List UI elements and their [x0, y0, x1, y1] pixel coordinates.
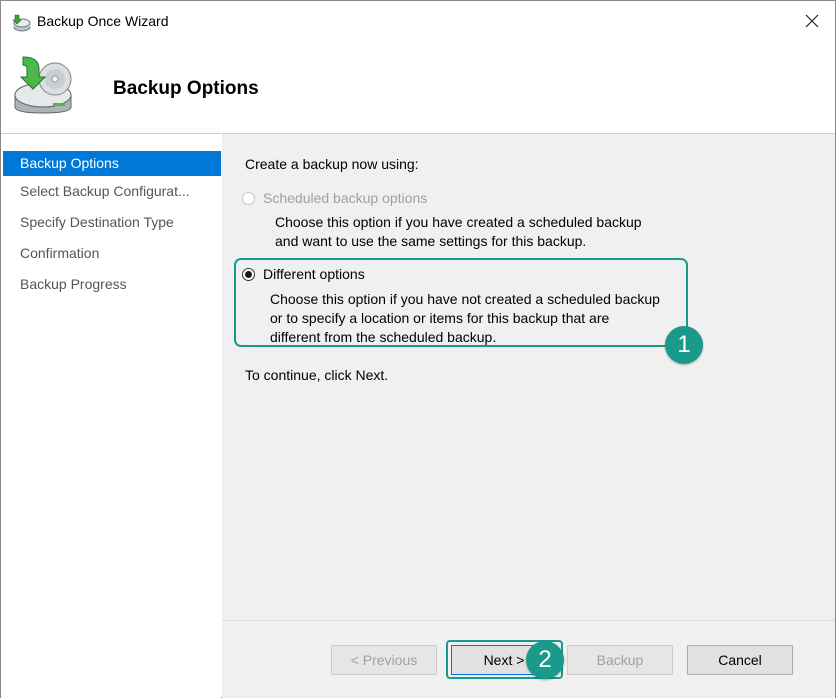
wizard-steps-sidebar: Backup Options Select Backup Configurat.… — [1, 133, 221, 698]
backup-disk-icon — [9, 51, 77, 117]
wizard-content: Create a backup now using: Scheduled bac… — [222, 133, 835, 698]
continue-instruction: To continue, click Next. — [245, 367, 389, 383]
scheduled-desc-line-1: Choose this option if you have created a… — [275, 214, 642, 230]
backup-button[interactable]: Backup — [567, 645, 673, 675]
annotation-badge-2: 2 — [526, 641, 564, 679]
scheduled-backup-option[interactable]: Scheduled backup options — [242, 190, 427, 206]
scheduled-backup-radio[interactable] — [242, 191, 255, 205]
scheduled-desc-line-2: and want to use the same settings for th… — [275, 233, 587, 249]
previous-button[interactable]: < Previous — [331, 645, 437, 675]
annotation-badge-1: 1 — [665, 326, 703, 364]
sidebar-item-select-backup-configuration[interactable]: Select Backup Configurat... — [3, 179, 221, 204]
footer-divider — [222, 620, 835, 621]
scheduled-backup-description: Choose this option if you have created a… — [275, 213, 642, 251]
close-button[interactable] — [789, 1, 835, 43]
page-title: Backup Options — [113, 78, 259, 99]
scheduled-backup-label: Scheduled backup options — [263, 190, 428, 206]
title-bar: Backup Once Wizard — [1, 1, 835, 43]
sidebar-item-specify-destination-type[interactable]: Specify Destination Type — [3, 210, 221, 235]
annotation-highlight-1 — [234, 258, 688, 347]
sidebar-item-backup-options[interactable]: Backup Options — [3, 151, 221, 176]
sidebar-item-confirmation[interactable]: Confirmation — [3, 241, 221, 266]
cancel-button[interactable]: Cancel — [687, 645, 793, 675]
sidebar-item-backup-progress[interactable]: Backup Progress — [3, 272, 221, 297]
close-icon — [805, 14, 819, 31]
wizard-header: Backup Options — [1, 43, 835, 133]
wizard-window: Backup Once Wizard Backup Options Backup… — [0, 0, 836, 698]
backup-wizard-icon — [11, 13, 31, 33]
options-prompt: Create a backup now using: — [245, 156, 419, 172]
window-title: Backup Once Wizard — [37, 13, 169, 29]
